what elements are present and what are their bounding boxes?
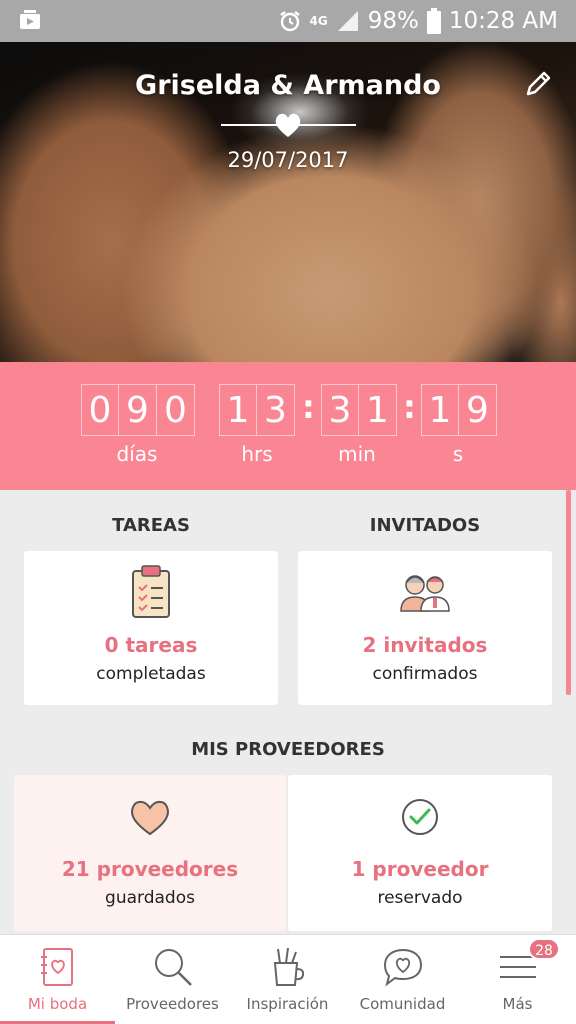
clipboard-icon [132, 565, 170, 618]
search-icon [154, 949, 192, 986]
nav-label: Más [502, 995, 533, 1013]
clock: 10:28 AM [448, 8, 558, 34]
nav-mi-boda[interactable]: Mi boda [0, 935, 115, 1024]
checkmark-circle-icon [402, 799, 438, 835]
digit: 1 [359, 384, 397, 436]
digit: 9 [119, 384, 157, 436]
digit: 0 [81, 384, 119, 436]
nav-label: Proveedores [126, 995, 219, 1013]
bottom-navigation: Mi boda Proveedores Inspiración Comunida… [0, 934, 576, 1024]
nav-comunidad[interactable]: Comunidad [345, 935, 460, 1024]
saved-vendors-sub: guardados [105, 888, 195, 908]
nav-inspiracion[interactable]: Inspiración [230, 935, 345, 1024]
heart-icon [275, 113, 301, 137]
saved-vendors-count: 21 proveedores [61, 857, 239, 881]
days-label: días [116, 442, 158, 466]
digit: 9 [459, 384, 497, 436]
notification-badge: 28 [528, 938, 560, 960]
countdown-minutes: 3 1 [321, 384, 397, 436]
guests-card[interactable]: 2 invitados confirmados [298, 551, 552, 705]
countdown-panel: 0 9 0 1 3 : 3 1 : 1 9 días hrs min s [0, 362, 576, 490]
digit: 0 [157, 384, 195, 436]
booked-vendors-card[interactable]: 1 proveedor reservado [288, 775, 552, 931]
cover-photo: Griselda & Armando 29/07/2017 [0, 42, 576, 362]
signal-icon [337, 11, 358, 31]
digit: 3 [257, 384, 295, 436]
nav-label: Mi boda [27, 995, 88, 1013]
nav-proveedores[interactable]: Proveedores [115, 935, 230, 1024]
booked-vendors-count: 1 proveedor [351, 857, 489, 881]
guests-heading: INVITADOS [369, 515, 481, 536]
alarm-icon [279, 11, 300, 32]
notification-icon [20, 10, 40, 29]
booked-vendors-sub: reservado [377, 888, 463, 908]
time-separator: : [403, 388, 416, 426]
nav-label: Inspiración [246, 995, 329, 1013]
heart-icon [131, 800, 169, 836]
seconds-label: s [452, 442, 464, 466]
tasks-sub: completadas [96, 664, 206, 684]
notebook-icon [40, 948, 73, 986]
wedding-date: 29/07/2017 [227, 148, 349, 172]
battery-percent: 98% [367, 8, 419, 34]
tasks-card[interactable]: 0 tareas completadas [24, 551, 278, 705]
network-type: 4G [309, 14, 328, 28]
countdown-seconds: 1 9 [421, 384, 497, 436]
battery-icon [426, 8, 441, 34]
tasks-heading: TAREAS [112, 515, 190, 536]
digit: 1 [421, 384, 459, 436]
nav-label: Comunidad [359, 995, 446, 1013]
guests-icon [400, 575, 450, 612]
pencil-cup-icon [273, 947, 304, 986]
couple-names: Griselda & Armando [135, 70, 441, 101]
countdown-hours: 1 3 [219, 384, 295, 436]
scrollbar[interactable] [566, 490, 571, 695]
time-separator: : [302, 388, 315, 426]
digit: 1 [219, 384, 257, 436]
status-bar: 4G 98% 10:28 AM [0, 0, 576, 42]
countdown-days: 0 9 0 [81, 384, 195, 436]
guests-count: 2 invitados [362, 633, 488, 657]
vendors-heading: MIS PROVEEDORES [191, 739, 385, 760]
saved-vendors-card[interactable]: 21 proveedores guardados [14, 775, 286, 931]
edit-pencil-icon[interactable] [522, 68, 554, 100]
chat-heart-icon [383, 948, 422, 987]
digit: 3 [321, 384, 359, 436]
guests-sub: confirmados [372, 664, 478, 684]
tasks-count: 0 tareas [104, 633, 198, 657]
